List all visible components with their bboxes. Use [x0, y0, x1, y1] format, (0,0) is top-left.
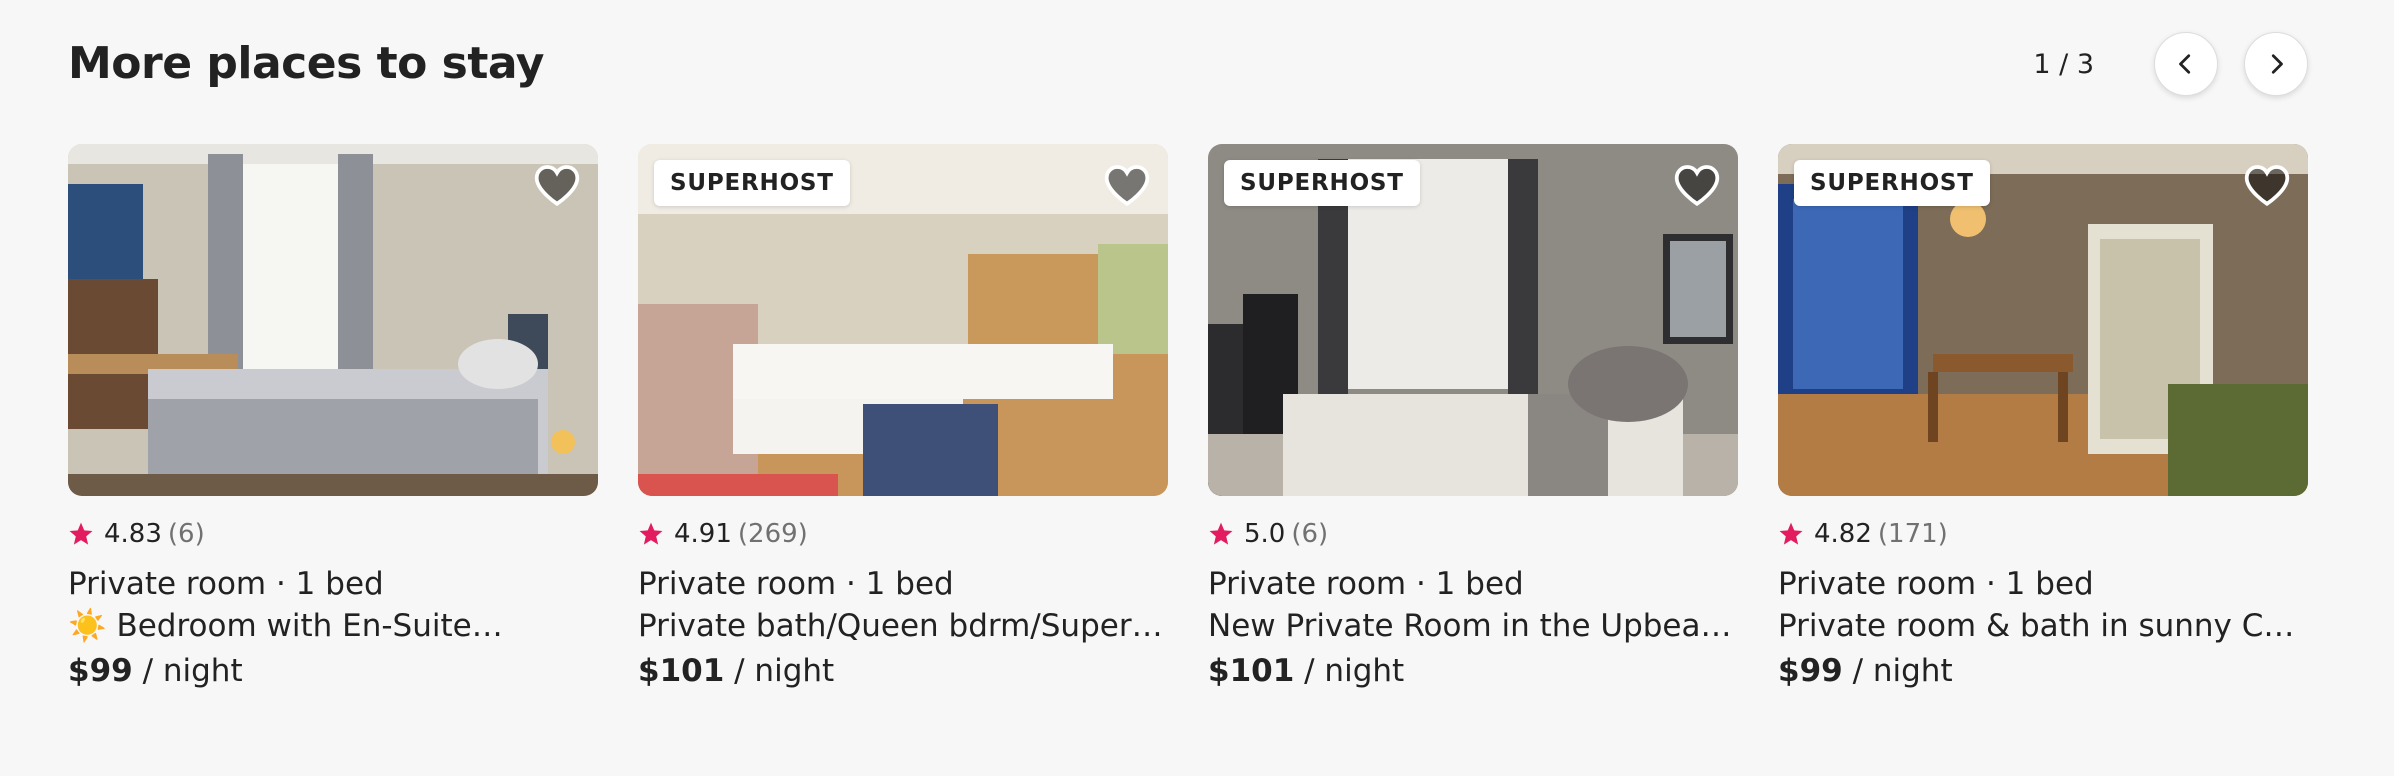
- price-unit: / night: [724, 653, 835, 689]
- review-count: (269): [737, 519, 808, 549]
- rating: 4.83 (6): [68, 518, 598, 550]
- room-type: Private room · 1 bed: [68, 566, 384, 602]
- rating-value: 4.83: [104, 519, 162, 549]
- price: $99 / night: [68, 648, 598, 694]
- heart-icon: [1104, 165, 1150, 206]
- favorite-button[interactable]: [2242, 160, 2292, 210]
- listing-title: New Private Room in the Upbeat…: [1208, 608, 1738, 644]
- favorite-button[interactable]: [532, 160, 582, 210]
- heart-icon: [2244, 165, 2290, 206]
- heart-icon: [1674, 165, 1720, 206]
- price-unit: / night: [1842, 653, 1953, 689]
- rating: 5.0 (6): [1208, 518, 1738, 550]
- chevron-left-icon: [2179, 54, 2191, 74]
- star-icon: [1779, 522, 1803, 545]
- room-type: Private room · 1 bed: [1778, 566, 2094, 602]
- listing-title: ☀️ Bedroom with En-Suite…: [68, 608, 503, 644]
- price-amount: $99: [68, 653, 133, 689]
- listing-card[interactable]: SUPERHOST 4.91 (269) Private room · 1 be…: [638, 144, 1168, 694]
- price-unit: / night: [132, 653, 243, 689]
- listing-photo[interactable]: SUPERHOST: [638, 144, 1168, 496]
- room-type: Private room · 1 bed: [638, 566, 954, 602]
- listing-card[interactable]: 4.83 (6) Private room · 1 bed ☀️ Bedroom…: [68, 144, 598, 694]
- price: $101 / night: [638, 648, 1168, 694]
- listing-photo[interactable]: SUPERHOST: [1778, 144, 2308, 496]
- listing-card[interactable]: SUPERHOST 4.82 (171) Private room · 1 be…: [1778, 144, 2308, 694]
- price: $99 / night: [1778, 648, 2308, 694]
- bedroom-photo: [68, 144, 598, 496]
- section-title: More places to stay: [68, 38, 544, 89]
- listing-cards: 4.83 (6) Private room · 1 bed ☀️ Bedroom…: [68, 144, 2308, 694]
- page-indicator: 1 / 3: [2033, 48, 2094, 80]
- superhost-badge: SUPERHOST: [1224, 160, 1420, 206]
- review-count: (6): [167, 519, 205, 549]
- rating-value: 4.91: [674, 519, 732, 549]
- price-amount: $101: [638, 653, 725, 689]
- listing-card[interactable]: SUPERHOST 5.0 (6) Private room · 1 bed N…: [1208, 144, 1738, 694]
- price: $101 / night: [1208, 648, 1738, 694]
- rating: 4.82 (171): [1778, 518, 2308, 550]
- rating: 4.91 (269): [638, 518, 1168, 550]
- superhost-badge: SUPERHOST: [1794, 160, 1990, 206]
- superhost-badge: SUPERHOST: [654, 160, 850, 206]
- price-amount: $101: [1208, 653, 1295, 689]
- next-button[interactable]: [2244, 32, 2308, 96]
- chevron-right-icon: [2271, 54, 2283, 74]
- listing-title: Private bath/Queen bdrm/Super…: [638, 608, 1163, 644]
- star-icon: [639, 522, 663, 545]
- more-places-section: More places to stay 1 / 3 4.83 (6) Priva…: [0, 0, 2394, 776]
- review-count: (6): [1291, 519, 1329, 549]
- favorite-button[interactable]: [1672, 160, 1722, 210]
- rating-value: 4.82: [1814, 519, 1872, 549]
- price-unit: / night: [1294, 653, 1405, 689]
- rating-value: 5.0: [1244, 519, 1286, 549]
- star-icon: [1209, 522, 1233, 545]
- star-icon: [69, 522, 93, 545]
- heart-icon: [534, 165, 580, 206]
- favorite-button[interactable]: [1102, 160, 1152, 210]
- carousel-pager: 1 / 3: [2033, 32, 2308, 96]
- listing-title: Private room & bath in sunny Castro: [1778, 608, 2308, 644]
- price-amount: $99: [1778, 653, 1843, 689]
- listing-photo[interactable]: [68, 144, 598, 496]
- review-count: (171): [1877, 519, 1948, 549]
- room-type: Private room · 1 bed: [1208, 566, 1524, 602]
- listing-photo[interactable]: SUPERHOST: [1208, 144, 1738, 496]
- previous-button[interactable]: [2154, 32, 2218, 96]
